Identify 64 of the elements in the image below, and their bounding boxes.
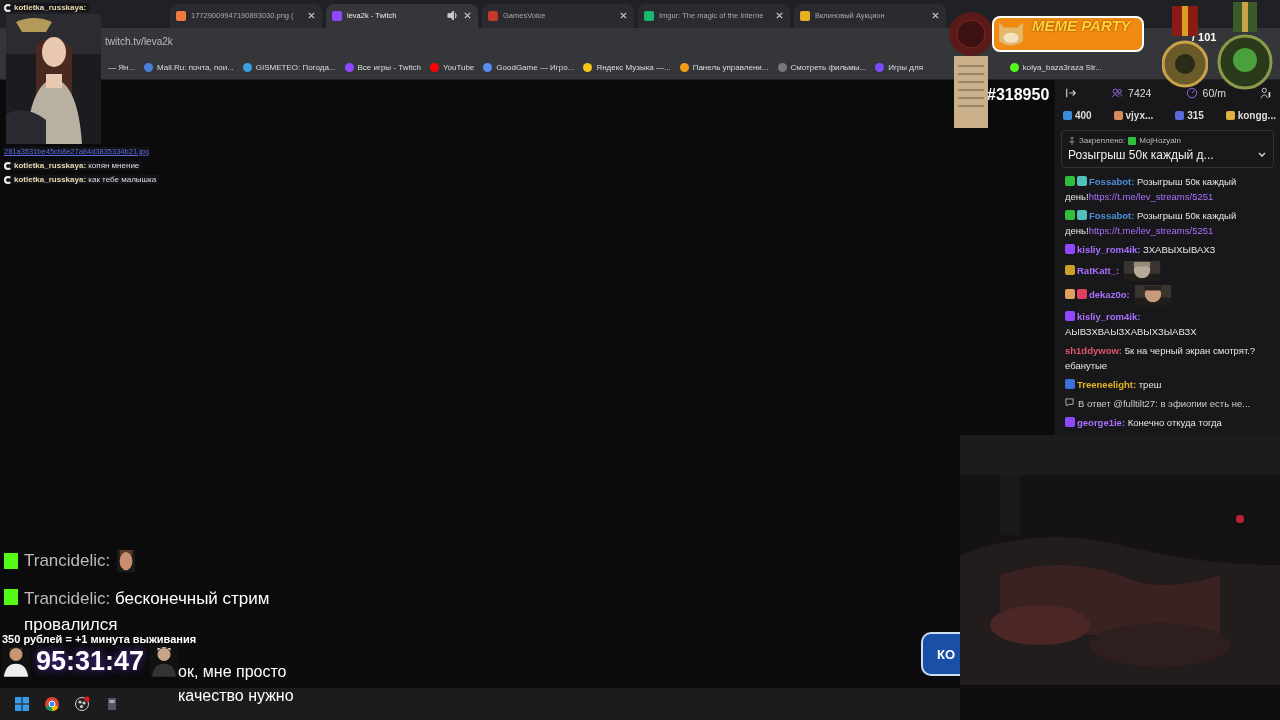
timer: 95:31:47: [36, 645, 145, 677]
k-icon: [4, 553, 18, 569]
chat-message: Fossabot: Розыгрыш 50к каждый день!https://t.me/lev_streams/5251: [1065, 176, 1237, 202]
pin-icon: [1068, 136, 1076, 145]
close-icon[interactable]: [307, 11, 316, 21]
k-icon: [4, 589, 18, 605]
chat-link[interactable]: https://t.me/lev_streams/5251: [1088, 225, 1214, 236]
bookmark[interactable]: GISMETEO: Погода...: [242, 62, 336, 72]
speaker-icon[interactable]: [447, 10, 458, 22]
pinned-text: Розыгрыш 50к каждый д...: [1068, 148, 1214, 162]
bookmark[interactable]: Игры для: [875, 62, 923, 72]
collapse-icon[interactable]: [1065, 87, 1077, 99]
browser-icon[interactable]: [44, 696, 60, 712]
chat-message: ок, мне просто качество нужно: [178, 662, 295, 706]
gift-label[interactable]: 315: [1187, 109, 1204, 121]
chat-message: kotletka_russkaya: как тебе малышка: [14, 175, 157, 184]
bookmark[interactable]: GoodGame — Игро...: [483, 62, 575, 72]
chat-username[interactable]: RatKatt_:: [1077, 264, 1120, 276]
reply-text: В ответ @fulltilt27: в эфиопии есть не...: [1078, 398, 1251, 409]
gauge-icon: [1185, 87, 1198, 99]
gift-label[interactable]: vjyx...: [1125, 109, 1154, 121]
chat-message: Fossabot: Розыгрыш 50к каждый день!https://t.me/lev_streams/5251: [1065, 210, 1237, 236]
address-field[interactable]: twitch.tv/leva2k: [105, 36, 173, 47]
users-icon: [1111, 87, 1124, 99]
pinned-message[interactable]: Закреплено: MojHozyain Розыгрыш 50к каждый д...: [1061, 130, 1274, 168]
bookmark[interactable]: Смотреть фильмы...: [777, 62, 867, 72]
recorder-icon[interactable]: [74, 696, 90, 712]
badge-icon: [1128, 136, 1137, 145]
g-icon: [4, 3, 12, 12]
chat-message: Treeneelight: треш: [1077, 379, 1162, 390]
donation-counter: #318950: [987, 86, 1050, 104]
chat-username: Trancidelic:: [24, 551, 111, 571]
bookmark[interactable]: Все игры - Twitch: [344, 62, 421, 72]
bookmark[interactable]: YouTube: [429, 62, 475, 72]
gift-label[interactable]: 400: [1075, 109, 1092, 121]
chat-message: Trancidelic: бесконечный стрим провалился: [24, 588, 271, 635]
windows-icon[interactable]: [14, 696, 30, 712]
meme-party-title: MEME PARTY: [1032, 16, 1131, 34]
bookmark[interactable]: — Ян...: [108, 62, 136, 72]
chat-username: kotletka_russkaya:: [14, 3, 87, 12]
chat-message: kisliy_rom4ik: АЫВЗХВАЫЗХАВЫХЗЫАВЗХ: [1065, 311, 1197, 337]
gift-label[interactable]: kongg...: [1237, 109, 1276, 121]
users-icon[interactable]: [1260, 87, 1272, 99]
close-icon[interactable]: [463, 11, 472, 21]
pinned-label: Закреплено:: [1079, 136, 1126, 145]
close-icon[interactable]: [619, 11, 628, 21]
chat-link[interactable]: https://t.me/lev_streams/5251: [1088, 191, 1214, 202]
chat-message: kotletka_russkaya: копян мнение: [14, 161, 140, 170]
bookmark[interactable]: Mail.Ru: почта, пои...: [144, 62, 234, 72]
viewer-count: 7424: [1128, 87, 1152, 99]
bookmark[interactable]: Панель управлени...: [679, 62, 769, 72]
bookmark[interactable]: Яндекс Музыка —...: [583, 62, 671, 72]
close-icon[interactable]: [775, 11, 784, 21]
pinned-user: MojHozyain: [1139, 136, 1181, 145]
chat-rate: 60/m: [1202, 87, 1226, 99]
reply-icon: [1065, 398, 1074, 407]
chat-message: george1ie: Конечно откуда тогда: [1077, 417, 1222, 428]
timer-caption: 350 рублей = +1 минута выживания: [2, 633, 197, 645]
chat-message: kisliy_rom4ik: ЗХАВЫХЫВАХЗ: [1077, 244, 1216, 255]
chat-message: sh1ddywow: 5к на черный экран смотрят.? ебанутые: [1065, 345, 1256, 371]
side-button[interactable]: КО: [921, 632, 960, 676]
chat-username[interactable]: dekaz0o:: [1089, 288, 1130, 300]
bookmark[interactable]: kolya_baza3raza Str...: [1009, 62, 1102, 72]
close-icon[interactable]: [931, 11, 940, 21]
